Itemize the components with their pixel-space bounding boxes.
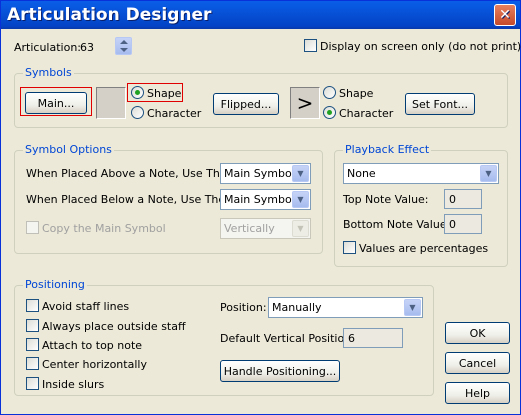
copy-direction-value: Vertically [224,222,275,235]
chevron-down-icon[interactable]: ▼ [480,165,497,182]
below-note-select[interactable]: Main Symbol ▼ [220,189,311,210]
window-title: Articulation Designer [7,5,212,25]
title-bar: Articulation Designer ✕ [1,1,520,29]
flipped-character-label: Character [339,107,394,120]
avoid-staff-lines-checkbox[interactable] [26,299,39,312]
articulation-spinner[interactable] [115,37,132,55]
help-button[interactable]: Help [445,382,510,404]
main-shape-label: Shape [147,87,182,100]
always-outside-staff-checkbox[interactable] [26,319,39,332]
playback-effect-select[interactable]: None ▼ [343,163,499,184]
flipped-symbol-preview: > [290,87,320,119]
position-label: Position: [220,301,267,314]
default-vertical-label: Default Vertical Position: [220,332,355,345]
values-percentages-checkbox[interactable] [343,241,356,254]
position-value: Manually [272,301,322,314]
copy-direction-select[interactable]: Vertically ▼ [220,218,311,239]
set-font-button[interactable]: Set Font... [405,93,475,115]
flipped-shape-label: Shape [339,87,374,100]
chevron-down-icon[interactable]: ▼ [404,299,421,316]
symbols-group-title: Symbols [23,66,74,79]
inside-slurs-checkbox[interactable] [26,377,39,390]
chevron-down-icon[interactable]: ▼ [292,191,309,208]
top-note-value: 0 [449,193,456,206]
bottom-note-value: 0 [449,218,456,231]
playback-effect-value: None [347,167,376,180]
main-character-radio[interactable] [131,106,144,119]
below-note-label: When Placed Below a Note, Use The: [26,193,229,206]
center-horizontally-label: Center horizontally [42,358,147,371]
main-shape-radio[interactable] [131,86,144,99]
articulation-label: Articulation: [14,41,82,54]
avoid-staff-lines-label: Avoid staff lines [42,300,130,313]
main-character-label: Character [147,107,202,120]
below-note-value: Main Symbol [224,193,295,206]
flipped-character-radio[interactable] [323,106,336,119]
articulation-number: 63 [80,41,94,54]
top-note-label: Top Note Value: [343,193,429,206]
position-select[interactable]: Manually ▼ [268,297,423,318]
values-percentages-label: Values are percentages [359,242,489,255]
positioning-title: Positioning [23,278,87,291]
spin-down-icon[interactable] [120,48,128,52]
articulation-designer-window: Articulation Designer ✕ Articulation: 63… [0,0,521,415]
playback-effect-title: Playback Effect [343,143,432,156]
ok-button[interactable]: OK [445,322,510,344]
copy-main-symbol-checkbox[interactable] [26,221,39,234]
default-vertical-value: 6 [348,332,355,345]
main-symbol-button[interactable]: Main... [25,92,87,114]
close-icon[interactable]: ✕ [494,4,516,26]
above-note-label: When Placed Above a Note, Use The: [26,167,231,180]
handle-positioning-button[interactable]: Handle Positioning... [220,360,340,382]
display-on-screen-checkbox[interactable] [304,39,317,52]
above-note-select[interactable]: Main Symbol ▼ [220,163,311,184]
flipped-symbol-button[interactable]: Flipped... [213,93,279,115]
flipped-shape-radio[interactable] [323,86,336,99]
above-note-value: Main Symbol [224,167,295,180]
attach-top-note-label: Attach to top note [42,339,143,352]
attach-top-note-checkbox[interactable] [26,338,39,351]
copy-main-symbol-label: Copy the Main Symbol [42,222,166,235]
bottom-note-input[interactable]: 0 [444,214,482,234]
main-symbol-preview [96,87,126,119]
default-vertical-input[interactable]: 6 [343,328,403,348]
inside-slurs-label: Inside slurs [42,378,105,391]
symbol-options-title: Symbol Options [23,143,114,156]
top-note-input[interactable]: 0 [444,189,482,209]
spin-up-icon[interactable] [120,40,128,44]
cancel-button[interactable]: Cancel [445,352,510,374]
always-outside-staff-label: Always place outside staff [42,320,186,333]
chevron-down-icon[interactable]: ▼ [292,165,309,182]
bottom-note-label: Bottom Note Value: [343,218,451,231]
display-on-screen-label: Display on screen only (do not print) [320,40,521,53]
chevron-down-icon[interactable]: ▼ [292,220,309,237]
center-horizontally-checkbox[interactable] [26,357,39,370]
